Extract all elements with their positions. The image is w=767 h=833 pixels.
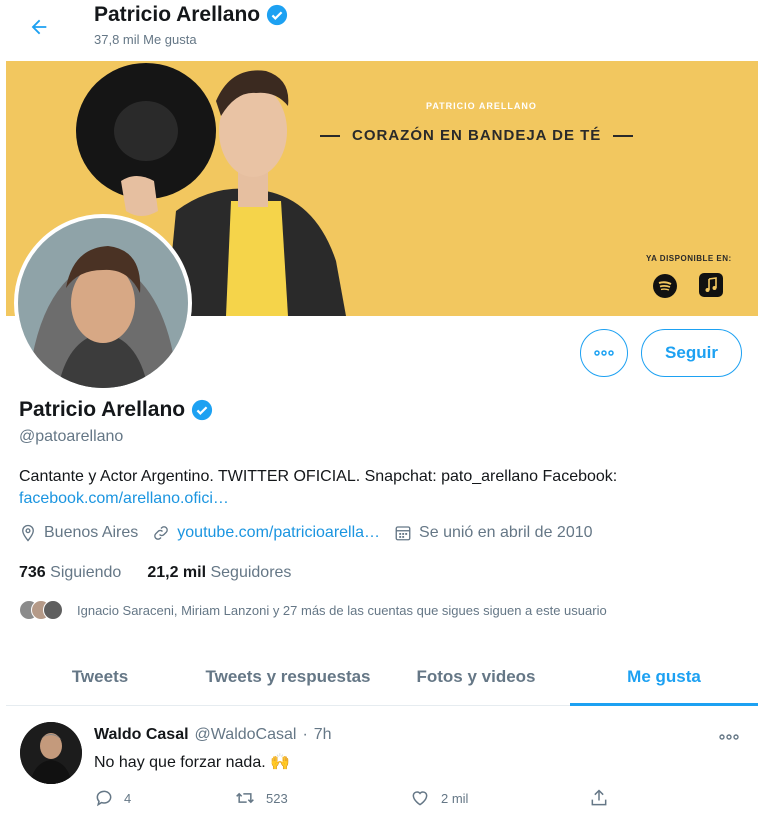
more-dots-icon (594, 350, 614, 356)
apple-music-icon (699, 273, 723, 297)
following-stat[interactable]: 736 Siguiendo (19, 564, 121, 582)
calendar-icon (395, 526, 411, 541)
avatar-photo (18, 218, 188, 388)
followers-count: 21,2 mil (147, 564, 207, 581)
tweet-time[interactable]: 7h (314, 726, 332, 744)
bio-facebook-link[interactable]: facebook.com/arellano.ofici… (19, 488, 739, 510)
tweet-author-avatar[interactable] (20, 722, 82, 784)
bio-text: Cantante y Actor Argentino. TWITTER OFIC… (19, 468, 618, 485)
profile-tabs: Tweets Tweets y respuestas Fotos y video… (6, 648, 758, 706)
mutual-followers-text: Ignacio Saraceni, Miriam Lanzoni y 27 má… (77, 602, 607, 618)
spotify-icon (653, 274, 677, 298)
mutual-avatars (19, 600, 69, 620)
banner-title-text: CORAZÓN EN BANDEJA DE TÉ (352, 127, 602, 144)
link-icon (154, 526, 169, 540)
location-item: Buenos Aires (19, 524, 138, 542)
verified-badge-icon (267, 4, 288, 26)
tweet-text: No hay que forzar nada. 🙌 (94, 754, 291, 771)
location-pin-icon (22, 524, 34, 542)
header-likes-count: 37,8 mil Me gusta (94, 32, 197, 47)
location-text: Buenos Aires (44, 524, 139, 541)
tweet-more-button[interactable] (718, 728, 740, 746)
joined-item: Se unió en abril de 2010 (394, 524, 593, 542)
profile-stats: 736 Siguiendo 21,2 mil Seguidores (19, 564, 291, 582)
banner-small-title: PATRICIO ARELLANO (426, 101, 537, 111)
tweet-author-name[interactable]: Waldo Casal (94, 726, 189, 744)
following-count: 736 (19, 564, 46, 581)
heart-icon (412, 791, 428, 806)
mutual-avatar (43, 600, 63, 620)
profile-name-text: Patricio Arellano (19, 398, 186, 421)
mutual-followers[interactable]: Ignacio Saraceni, Miriam Lanzoni y 27 má… (19, 600, 607, 620)
share-button[interactable] (589, 788, 609, 808)
following-label: Siguiendo (50, 564, 122, 581)
profile-meta: Buenos Aires youtube.com/patricioarella…… (19, 524, 607, 542)
tweet-author-photo (20, 722, 82, 784)
profile-avatar[interactable] (14, 214, 192, 392)
tab-tweets[interactable]: Tweets (6, 648, 194, 705)
banner-dash-left (320, 134, 340, 137)
top-bar: Patricio Arellano 37,8 mil Me gusta (0, 0, 767, 58)
tweet-header: Waldo Casal @WaldoCasal · 7h (94, 726, 332, 744)
tab-media[interactable]: Fotos y videos (382, 648, 570, 705)
tweet[interactable]: Waldo Casal @WaldoCasal · 7h No hay que … (6, 710, 758, 828)
website-item: youtube.com/patricioarella… (152, 524, 380, 542)
reply-button[interactable]: 4 (94, 788, 234, 808)
tab-likes[interactable]: Me gusta (570, 648, 758, 706)
share-icon (591, 789, 607, 806)
follow-button[interactable]: Seguir (641, 329, 742, 377)
like-count: 2 mil (441, 790, 469, 806)
more-dots-icon (719, 734, 739, 740)
tab-tweets-replies[interactable]: Tweets y respuestas (194, 648, 382, 705)
tweet-separator: · (302, 726, 308, 743)
banner-available-text: YA DISPONIBLE EN: (646, 254, 732, 263)
followers-label: Seguidores (210, 564, 292, 581)
more-options-button[interactable] (580, 329, 628, 377)
tweet-author-handle[interactable]: @WaldoCasal (195, 726, 297, 744)
header-title: Patricio Arellano (94, 3, 288, 27)
arrow-left-icon (31, 19, 47, 35)
back-button[interactable] (22, 10, 56, 44)
joined-text: Se unió en abril de 2010 (419, 524, 593, 541)
reply-count: 4 (124, 790, 132, 806)
profile-handle: @patoarellano (19, 428, 124, 445)
followers-stat[interactable]: 21,2 mil Seguidores (147, 564, 291, 582)
retweet-button[interactable]: 523 (234, 788, 409, 808)
website-link[interactable]: youtube.com/patricioarella… (177, 524, 380, 542)
banner-title: CORAZÓN EN BANDEJA DE TÉ (320, 127, 634, 144)
retweet-count: 523 (266, 790, 288, 806)
profile-bio: Cantante y Actor Argentino. TWITTER OFIC… (19, 466, 739, 510)
tweet-actions: 4 523 2 mil (94, 788, 654, 808)
verified-badge-icon (192, 399, 213, 421)
banner-dash-right (613, 134, 634, 137)
retweet-icon (236, 792, 254, 804)
reply-icon (96, 790, 112, 807)
header-name: Patricio Arellano (94, 3, 261, 26)
like-button[interactable]: 2 mil (409, 788, 589, 808)
profile-name: Patricio Arellano (19, 398, 213, 422)
